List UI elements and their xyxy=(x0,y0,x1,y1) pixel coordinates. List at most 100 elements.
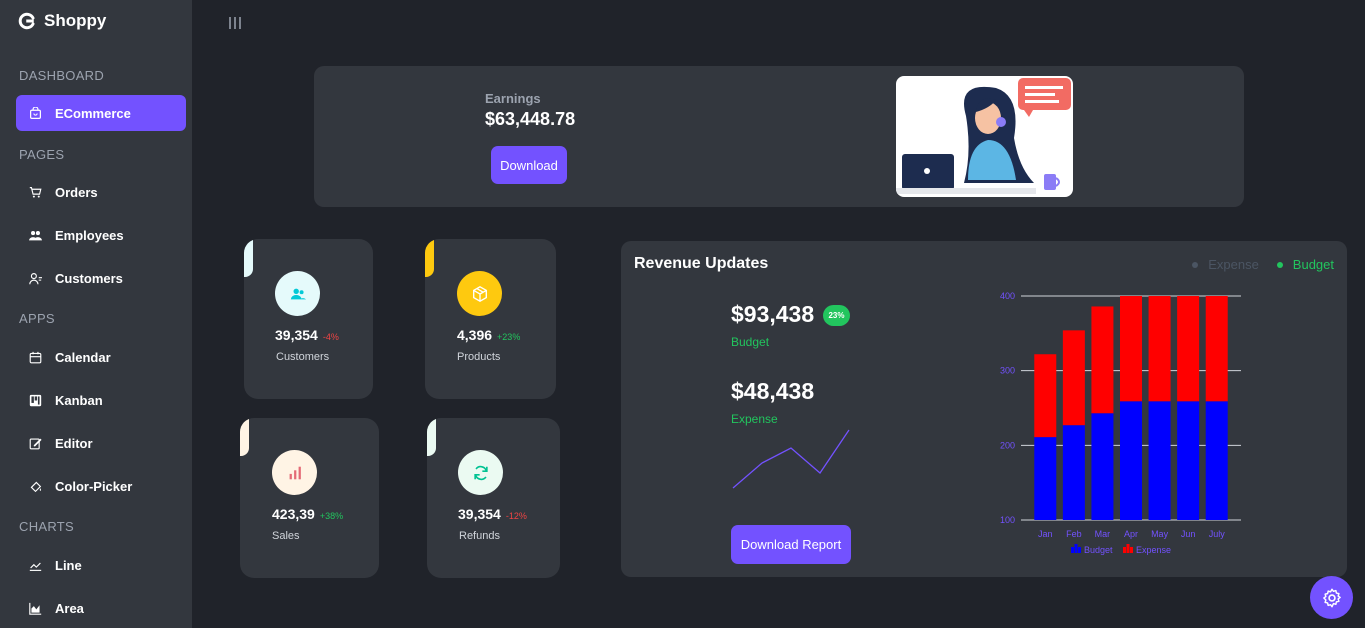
y-tick-label: 100 xyxy=(1000,515,1015,525)
legend-label: Expense xyxy=(1208,257,1259,272)
sidebar-item-calendar[interactable]: Calendar xyxy=(16,339,186,375)
sidebar-item-color-picker[interactable]: Color-Picker xyxy=(16,468,186,504)
menu-icon[interactable] xyxy=(228,16,242,30)
legend-swatch xyxy=(1123,547,1126,553)
section-title-charts: CHARTS xyxy=(19,519,75,534)
sidebar-item-label: Line xyxy=(55,557,82,573)
stat-value-row: 423,39 +38% xyxy=(272,506,343,522)
sparkline-chart xyxy=(732,429,850,489)
kanban-icon xyxy=(29,394,42,406)
sidebar-item-label: Editor xyxy=(55,435,93,451)
bar-budget[interactable] xyxy=(1177,401,1200,520)
bar-expense[interactable] xyxy=(1062,330,1085,426)
shoppy-logo-icon xyxy=(18,12,35,30)
y-tick-label: 300 xyxy=(1000,366,1015,376)
sidebar-item-label: Kanban xyxy=(55,392,103,408)
earnings-value: $63,448.78 xyxy=(485,109,576,129)
people-icon xyxy=(29,230,42,240)
y-tick-label: 200 xyxy=(1000,440,1015,450)
stat-value: 4,396 xyxy=(457,327,493,343)
legend-swatch xyxy=(1074,544,1078,553)
stat-value-row: 39,354 -12% xyxy=(458,506,527,522)
bar-expense[interactable] xyxy=(1148,296,1171,402)
download-button[interactable]: Download xyxy=(491,146,567,184)
support-illustration xyxy=(896,76,1073,197)
bar-expense[interactable] xyxy=(1205,296,1228,402)
stat-card-refunds: 39,354 -12% Refunds xyxy=(427,418,560,578)
revenue-legend: Expense Budget xyxy=(1192,257,1334,272)
chart-legend-budget[interactable]: Budget xyxy=(1071,544,1113,555)
x-tick-label: Apr xyxy=(1124,529,1138,539)
paint-bucket-icon xyxy=(30,481,42,492)
stat-change: -12% xyxy=(505,511,527,521)
sidebar-item-employees[interactable]: Employees xyxy=(16,217,186,253)
legend-expense[interactable]: Expense xyxy=(1192,257,1259,272)
sidebar-item-editor[interactable]: Editor xyxy=(16,425,186,461)
card-accent xyxy=(427,418,436,456)
x-tick-label: Mar xyxy=(1095,529,1111,539)
legend-text: Expense xyxy=(1136,545,1171,555)
legend-swatch xyxy=(1130,547,1133,553)
sparkline-path xyxy=(732,429,850,489)
user-icon xyxy=(29,272,42,284)
bar-expense[interactable] xyxy=(1177,296,1200,402)
bar-chart-icon[interactable] xyxy=(272,450,317,495)
box-icon[interactable] xyxy=(457,271,502,316)
bar-budget[interactable] xyxy=(1120,401,1142,520)
bar-expense[interactable] xyxy=(1120,296,1142,402)
chart-legend-expense[interactable]: Expense xyxy=(1123,544,1171,555)
calendar-icon xyxy=(29,351,42,363)
legend-budget[interactable]: Budget xyxy=(1276,257,1334,272)
area-chart-icon xyxy=(29,602,42,615)
x-tick-label: Jun xyxy=(1181,529,1196,539)
sidebar-item-ecommerce[interactable]: ECommerce xyxy=(16,95,186,131)
sidebar-item-line[interactable]: Line xyxy=(16,547,186,583)
revenue-updates-card: Revenue Updates Expense Budget $93,438 2… xyxy=(621,241,1347,577)
gear-icon xyxy=(1322,588,1341,607)
legend-dot xyxy=(1192,261,1199,268)
stat-label: Sales xyxy=(272,530,300,542)
stat-value-row: 39,354 -4% xyxy=(275,327,339,343)
customers-icon[interactable] xyxy=(275,271,320,316)
budget-badge: 23% xyxy=(823,305,850,326)
card-accent xyxy=(244,239,253,277)
stat-card-customers: 39,354 -4% Customers xyxy=(244,239,373,399)
sidebar-item-label: Calendar xyxy=(55,349,111,365)
sidebar-item-area[interactable]: Area xyxy=(16,590,186,626)
bar-budget[interactable] xyxy=(1205,401,1228,520)
x-tick-label: Feb xyxy=(1066,529,1082,539)
bar-budget[interactable] xyxy=(1034,437,1057,520)
stat-label: Customers xyxy=(276,351,330,363)
bar-budget[interactable] xyxy=(1062,425,1085,520)
legend-text: Budget xyxy=(1084,545,1113,555)
section-title-apps: APPS xyxy=(19,311,55,326)
revenue-stacked-bar-chart: 100 200 300 400 Jan Feb Mar Apr May Jun July Budget… xyxy=(1000,291,1241,555)
sidebar-item-customers[interactable]: Customers xyxy=(16,260,186,296)
section-title-pages: PAGES xyxy=(19,147,65,162)
bar-budget[interactable] xyxy=(1091,413,1114,520)
sidebar-item-label: Color-Picker xyxy=(55,478,133,494)
download-report-button[interactable]: Download Report xyxy=(731,525,851,564)
sidebar-item-kanban[interactable]: Kanban xyxy=(16,382,186,418)
sidebar-item-label: Orders xyxy=(55,184,98,200)
shopping-bag-icon xyxy=(30,106,41,119)
bar-expense[interactable] xyxy=(1091,306,1114,414)
expense-value: $48,438 xyxy=(731,378,815,404)
brand-name: Shoppy xyxy=(44,11,107,30)
earnings-banner: Earnings $63,448.78 Download xyxy=(314,66,1244,207)
sidebar-item-label: Customers xyxy=(55,270,123,286)
refresh-icon[interactable] xyxy=(458,450,503,495)
stat-card-products: 4,396 +23% Products xyxy=(425,239,556,399)
x-tick-label: Jan xyxy=(1038,529,1053,539)
bar-budget[interactable] xyxy=(1148,401,1171,520)
sidebar-item-orders[interactable]: Orders xyxy=(16,174,186,210)
earnings-label: Earnings xyxy=(485,91,541,106)
legend-label: Budget xyxy=(1292,257,1334,272)
bar-expense[interactable] xyxy=(1034,354,1057,438)
sidebar: Shoppy DASHBOARD ECommerce PAGES Orders … xyxy=(0,0,192,628)
brand[interactable]: Shoppy xyxy=(18,11,106,31)
legend-swatch xyxy=(1126,544,1130,553)
settings-button[interactable] xyxy=(1310,576,1353,619)
stat-value-row: 4,396 +23% xyxy=(457,327,520,343)
stat-value: 39,354 xyxy=(275,327,318,343)
